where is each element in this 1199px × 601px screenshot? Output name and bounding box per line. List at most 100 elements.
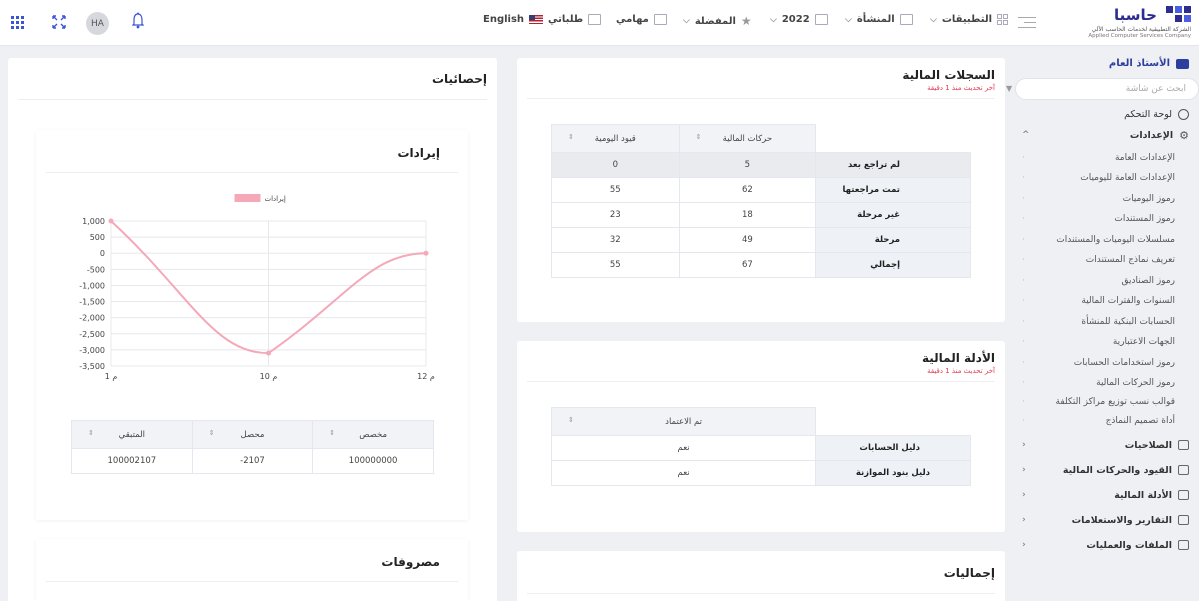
sidebar-item-entries[interactable]: › القيود والحركات المالية [1018, 461, 1189, 479]
notification-bell-icon[interactable] [131, 12, 145, 30]
row-label: دليل الحسابات [815, 435, 971, 461]
settings-subitem[interactable]: · رموز المستندات [1018, 210, 1175, 228]
y-tick-label: -1,000 [79, 281, 105, 290]
subitem-label: مسلسلات اليوميات والمستندات [1056, 235, 1175, 245]
table-row[interactable]: 23 18 غير مرحلة [551, 202, 971, 228]
column-header[interactable]: ⇕ مخصص [312, 420, 434, 449]
language-switch[interactable]: English [483, 14, 544, 25]
table-row[interactable]: 55 62 تمت مراجعتها [551, 177, 971, 203]
subitem-label: رموز اليوميات [1122, 194, 1175, 204]
logo-subtitle-arabic: الشركة التطبيقية لخدمات الحاسب الآلي [1091, 26, 1191, 33]
settings-subitem[interactable]: · قوالب نسب توزيع مراكز التكلفة [1018, 393, 1175, 411]
filter-icon[interactable]: ▼ [1006, 84, 1012, 93]
sidebar-item-dashboard[interactable]: لوحة التحكم [1018, 105, 1189, 123]
hamburger-menu-icon[interactable] [1018, 17, 1036, 29]
sidebar-item-guides[interactable]: › الأدلة المالية [1018, 486, 1189, 504]
favorites-menu[interactable]: ⌵ المفضلة ★ [683, 14, 752, 28]
table-row[interactable]: نعم دليل الحسابات [550, 435, 971, 461]
logo-text: حاسبا [1114, 6, 1157, 24]
financial-guides-card: الأدلة المالية آخر تحديث منذ 1 دقيقة ⇕ تم… [517, 341, 1005, 532]
subitem-label: رموز الصناديق [1121, 276, 1175, 286]
subitem-label: الإعدادات العامة لليوميات [1080, 173, 1175, 183]
table-row[interactable]: 0 5 لم تراجع بعد [551, 152, 971, 178]
column-header[interactable]: ⇕ تم الاعتماد [550, 407, 817, 436]
settings-subitem[interactable]: · رموز اليوميات [1018, 190, 1175, 208]
chevron-right-icon: › [1022, 440, 1026, 450]
column-header[interactable]: ⇕ المتبقي [71, 420, 193, 449]
user-avatar[interactable]: HA [86, 12, 109, 35]
journal-value: 32 [551, 227, 680, 253]
favorites-label: المفضلة [694, 15, 736, 27]
column-header[interactable]: ⇕ محصل [191, 420, 314, 449]
chevron-up-icon: ^ [1022, 130, 1030, 140]
apps-grid-icon[interactable] [11, 16, 24, 29]
y-tick-label: 500 [90, 233, 105, 242]
sidebar-item-label: القيود والحركات المالية [1062, 464, 1172, 476]
settings-subitem[interactable]: · الإعدادات العامة [1018, 149, 1175, 167]
y-tick-label: -3,500 [79, 362, 105, 371]
sidebar-item-files[interactable]: › الملفات والعمليات [1018, 536, 1189, 554]
settings-subitem[interactable]: · رموز الحركات المالية [1018, 374, 1175, 392]
sort-icon: ⇕ [568, 133, 574, 141]
briefcase-icon [1176, 58, 1189, 69]
column-header[interactable]: ⇕ حركات المالية [678, 124, 817, 153]
my-requests-menu[interactable]: طلباتي [548, 14, 602, 25]
settings-subitem[interactable]: · السنوات والفترات المالية [1018, 292, 1175, 310]
table-row[interactable]: 55 67 إجمالي [551, 252, 971, 278]
data-point [423, 250, 429, 256]
journal-value: 55 [551, 177, 680, 203]
year-selector[interactable]: ⌵ 2022 [770, 14, 828, 25]
settings-subitem[interactable]: · مسلسلات اليوميات والمستندات [1018, 231, 1175, 249]
bullet-icon: · [1022, 255, 1025, 265]
row-label: لم تراجع بعد [815, 152, 971, 178]
sidebar-item-reports[interactable]: › التقارير والاستعلامات [1018, 511, 1189, 529]
table-row[interactable]: نعم دليل بنود الموازنة [550, 460, 971, 486]
card-title: الأدلة المالية [921, 351, 995, 365]
facility-selector[interactable]: ⌵ المنشأة [845, 14, 913, 25]
sidebar-title[interactable]: الأستاذ العام [1109, 58, 1189, 69]
bullet-icon: · [1022, 397, 1025, 407]
allocated-value: 100000000 [312, 448, 434, 474]
remaining-value: 100002107 [71, 448, 193, 474]
settings-subitem[interactable]: · الإعدادات العامة لليوميات [1018, 169, 1175, 187]
chevron-down-icon: ⌵ [770, 14, 777, 25]
subitem-label: أداة تصميم النماذج [1105, 416, 1175, 426]
settings-subitem[interactable]: · رموز استخدامات الحسابات [1018, 354, 1175, 372]
sort-icon: ⇕ [568, 416, 574, 424]
movements-value: 5 [678, 152, 817, 178]
sidebar-item-permissions[interactable]: › الصلاحيات [1018, 436, 1189, 454]
dashboard-icon [1178, 108, 1189, 120]
bullet-icon: · [1022, 378, 1025, 388]
chevron-down-icon: ⌵ [930, 14, 937, 25]
files-icon [1178, 540, 1189, 550]
sort-icon: ⇕ [329, 429, 336, 437]
last-updated-text: آخر تحديث منذ 1 دقيقة [927, 367, 995, 375]
applications-menu[interactable]: ⌵ التطبيقات [930, 14, 1008, 25]
card-title: إجماليات [943, 566, 995, 580]
column-header-label: المتبقي [118, 429, 146, 440]
facility-label: المنشأة [856, 14, 895, 25]
journal-value: 55 [551, 252, 680, 278]
sidebar-item-settings[interactable]: ^ الإعدادات ⚙ [1018, 126, 1189, 144]
column-header[interactable]: ⇕ قيود اليومية [551, 124, 680, 153]
sidebar-item-label: الملفات والعمليات [1086, 539, 1172, 551]
my-tasks-menu[interactable]: مهامي [616, 14, 667, 25]
chevron-down-icon: ⌵ [683, 16, 690, 26]
settings-subitem[interactable]: · الجهات الاعتبارية [1018, 333, 1175, 351]
settings-subitem[interactable]: · الحسابات البنكية للمنشأة [1018, 313, 1175, 331]
settings-subitem[interactable]: · تعريف نماذج المستندات [1018, 251, 1175, 269]
settings-subitem[interactable]: · أداة تصميم النماذج [1018, 412, 1175, 430]
card-title: إحصائيات [431, 72, 487, 86]
financial-records-table: ⇕ قيود اليومية ⇕ حركات المالية 0 5 لم تراج… [551, 124, 971, 278]
table-row[interactable]: 32 49 مرحلة [551, 227, 971, 253]
row-label: مرحلة [815, 227, 971, 253]
sidebar-item-label: التقارير والاستعلامات [1071, 514, 1172, 526]
fullscreen-icon[interactable] [52, 15, 66, 29]
revenues-summary-table: ⇕ المتبقي ⇕ محصل ⇕ مخصص 100002107 -2107 100… [71, 420, 434, 474]
sort-icon: ⇕ [88, 429, 94, 437]
screen-search-input[interactable]: ابحث عن شاشة [1015, 78, 1199, 100]
sort-icon: ⇕ [208, 429, 215, 437]
settings-subitem[interactable]: · رموز الصناديق [1018, 272, 1175, 290]
table-row[interactable]: 100002107 -2107 100000000 [71, 448, 434, 474]
subitem-label: الجهات الاعتبارية [1112, 337, 1175, 347]
